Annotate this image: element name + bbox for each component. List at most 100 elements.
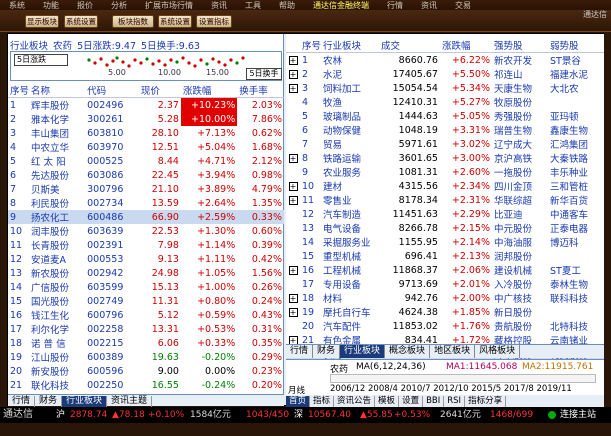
expand-icon[interactable]: + xyxy=(288,195,298,205)
kline-button-5[interactable]: 设置 xyxy=(399,396,424,407)
left-tab-1[interactable]: 行情 xyxy=(8,396,36,407)
expand-icon[interactable]: + xyxy=(288,307,298,317)
sector-row[interactable]: +18 材料 942.76 +2.00% 中广核技 联科科技 xyxy=(286,291,604,305)
right-tab-4[interactable]: 概念板块 xyxy=(385,345,431,358)
sector-column-header-2[interactable]: 行业板块 xyxy=(321,38,380,53)
column-header-1[interactable]: 序号 xyxy=(8,83,30,98)
right-tab-3[interactable]: 行业板块 xyxy=(340,345,386,358)
sector-row[interactable]: 14 采掘服务业 1155.95 +2.14% 中海油服 博迈科 xyxy=(286,235,604,250)
kline-button-6[interactable]: BBI xyxy=(423,396,445,407)
sector-row[interactable]: +1 农林 8660.76 +6.22% 新农开发 ST景谷 xyxy=(286,53,604,67)
right-tab-1[interactable]: 行情 xyxy=(286,345,314,358)
left-tab-4[interactable]: 资讯主题 xyxy=(107,396,153,407)
sector-column-header-6[interactable]: 弱势股 xyxy=(548,38,604,53)
menu-item-4[interactable]: 分析 xyxy=(102,1,136,10)
sector-row[interactable]: 15 重型机械 696.41 +2.13% 润邦股份 xyxy=(286,249,604,264)
stock-row[interactable]: 2 雅本化学 300261 5.28 +10.00% 7.86% xyxy=(8,112,284,126)
kline-button-7[interactable]: RSI xyxy=(444,396,466,407)
column-header-6[interactable]: 换手率 xyxy=(237,83,284,98)
menu-item-5[interactable]: 扩展市场行情 xyxy=(136,1,202,10)
stock-row[interactable]: 12 安道麦A 000553 9.13 +1.11% 0.42% xyxy=(8,252,284,267)
expand-icon[interactable]: + xyxy=(288,69,298,79)
stock-row[interactable]: 5 红 太 阳 000525 8.44 +4.71% 2.12% xyxy=(8,154,284,169)
period-select[interactable]: 5日涨跌 xyxy=(14,54,68,66)
menu-item-12[interactable]: 交易 xyxy=(446,1,480,10)
stock-row[interactable]: 1 辉丰股份 002496 2.37 +10.23% 2.03% xyxy=(8,97,284,112)
sector-column-header-1[interactable]: 序号 xyxy=(300,38,322,53)
stock-row[interactable]: 6 先达股份 603086 22.45 +3.94% 0.98% xyxy=(8,168,284,183)
sector-row[interactable]: +16 工程机械 11868.37 +2.06% 建设机械 ST夏工 xyxy=(286,263,604,277)
stock-row[interactable]: 18 诺 普 信 002215 6.06 +0.33% 0.35% xyxy=(8,336,284,351)
menu-item-6[interactable]: 资讯 xyxy=(202,1,236,10)
right-tab-6[interactable]: 风格板块 xyxy=(475,345,521,358)
expand-icon[interactable]: + xyxy=(288,83,298,93)
stock-row[interactable]: 21 联化科技 002250 16.55 -0.24% 0.20% xyxy=(8,378,284,393)
stock-row[interactable]: 14 广信股份 603599 15.13 +1.00% 0.26% xyxy=(8,280,284,295)
stock-row[interactable]: 13 新农股份 002942 24.98 +1.05% 1.56% xyxy=(8,266,284,281)
sector-row[interactable]: 13 电气设备 8266.78 +2.15% 中元股份 正泰电器 xyxy=(286,221,604,236)
toolbar-button-2[interactable]: 系统设置 xyxy=(64,15,98,28)
sector-row[interactable]: 9 农业服务 1081.31 +2.60% 一拖股份 丰乐种业 xyxy=(286,165,604,180)
expand-icon[interactable]: + xyxy=(288,55,298,65)
column-header-2[interactable]: 名称 xyxy=(29,83,86,98)
sector-row[interactable]: 20 汽车配件 11853.02 +1.76% 贵航股份 北特科技 xyxy=(286,319,604,334)
right-tab-5[interactable]: 地区板块 xyxy=(430,345,476,358)
stock-row[interactable]: 19 江山股份 600389 19.63 -0.20% 0.29% xyxy=(8,350,284,365)
expand-icon[interactable]: + xyxy=(288,181,298,191)
stock-row[interactable]: 10 润丰股份 603639 22.53 +1.30% 0.60% xyxy=(8,224,284,239)
sector-row[interactable]: +11 零售业 8178.34 +2.31% 华联综超 新华百货 xyxy=(286,193,604,207)
toolbar-button-3[interactable]: 板块指数 xyxy=(112,15,154,28)
left-tab-2[interactable]: 财务 xyxy=(35,396,63,407)
kline-button-1[interactable]: 首页 xyxy=(286,396,311,407)
sector-row[interactable]: 6 动物保健 1048.19 +3.31% 瑞普生物 鑫康生物 xyxy=(286,123,604,138)
menu-item-8[interactable]: 帮助 xyxy=(270,1,304,10)
sector-column-header-3[interactable]: 成交 xyxy=(379,38,440,53)
left-tab-3[interactable]: 行业板块 xyxy=(62,396,108,407)
sector-row[interactable]: +3 饲料加工 15054.54 +5.34% 天康生物 大北农 xyxy=(286,81,604,95)
sector-row[interactable]: 7 贸易 5971.61 +3.02% 辽宁成大 汇鸿集团 xyxy=(286,137,604,152)
sector-row[interactable]: +2 水泥 17405.67 +5.50% 祁连山 福建水泥 xyxy=(286,67,604,81)
expand-icon[interactable]: + xyxy=(288,265,298,275)
menu-item-3[interactable]: 报价 xyxy=(68,1,102,10)
column-header-4[interactable]: 现价 xyxy=(138,83,181,98)
kline-button-4[interactable]: 模板 xyxy=(375,396,400,407)
stock-row[interactable]: 8 利民股份 002734 13.59 +2.64% 1.35% xyxy=(8,196,284,211)
kline-button-2[interactable]: 指标 xyxy=(310,396,335,407)
sector-row[interactable]: +10 建材 4315.56 +2.34% 四川金顶 三和管桩 xyxy=(286,179,604,193)
expand-icon[interactable]: + xyxy=(288,153,298,163)
sector-row[interactable]: 12 汽车制造 11451.63 +2.29% 比亚迪 中通客车 xyxy=(286,207,604,222)
stock-row[interactable]: 9 扬农化工 600486 66.90 +2.59% 0.33% xyxy=(8,210,284,224)
kline-button-8[interactable]: 指标分享 xyxy=(465,396,507,407)
sector-row[interactable]: 4 牧渔 12410.31 +5.27% 牧原股份 xyxy=(286,95,604,110)
stock-row[interactable]: 7 贝斯美 300796 21.10 +3.89% 4.79% xyxy=(8,182,284,197)
sector-row[interactable]: +19 摩托自行车 4624.38 +1.85% 新日股份 xyxy=(286,305,604,319)
stock-row[interactable]: 11 长青股份 002391 7.98 +1.14% 0.39% xyxy=(8,238,284,253)
toolbar-button-1[interactable]: 显示板块 xyxy=(25,15,59,28)
menu-item-9[interactable]: 通达信金融终端 xyxy=(304,1,378,10)
menu-item-1[interactable]: 系统 xyxy=(0,1,34,10)
right-tab-2[interactable]: 财务 xyxy=(313,345,341,358)
kline-button-3[interactable]: 资讯公告 xyxy=(334,396,376,407)
toolbar-button-4[interactable]: 系统设置 xyxy=(158,15,192,28)
metric-switch-button[interactable]: 5日换手 xyxy=(246,68,282,80)
menu-item-11[interactable]: 资讯 xyxy=(412,1,446,10)
column-header-3[interactable]: 代码 xyxy=(85,83,139,98)
stock-row[interactable]: 3 丰山集团 603810 28.10 +7.13% 0.62% xyxy=(8,126,284,141)
stock-row[interactable]: 15 国光股份 002749 11.31 +0.80% 0.24% xyxy=(8,294,284,309)
toolbar-button-5[interactable]: 设置指标 xyxy=(196,15,232,28)
expand-icon[interactable]: + xyxy=(288,293,298,303)
menu-item-7[interactable]: 工具 xyxy=(236,1,270,10)
menu-item-10[interactable]: 行情 xyxy=(378,1,412,10)
sector-row[interactable]: 5 玻璃制品 1444.63 +5.05% 秀强股份 亚玛顿 xyxy=(286,109,604,124)
sector-column-header-5[interactable]: 强势股 xyxy=(492,38,548,53)
sector-row[interactable]: 17 专用设备 9713.69 +2.01% 入冷股份 泰林生物 xyxy=(286,277,604,292)
stock-row[interactable]: 20 新安股份 600596 9.00 0.00% 0.23% xyxy=(8,364,284,379)
menu-item-2[interactable]: 功能 xyxy=(34,1,68,10)
sector-column-header-4[interactable]: 涨跌幅 xyxy=(439,38,492,53)
stock-row[interactable]: 16 钱江生化 600796 5.12 +0.59% 0.43% xyxy=(8,308,284,323)
column-header-5[interactable]: 涨跌幅 xyxy=(180,83,238,98)
stock-row[interactable]: 4 中农立华 603970 12.51 +5.04% 1.68% xyxy=(8,140,284,155)
connection-label[interactable]: 连接主站 xyxy=(560,409,596,421)
sector-row[interactable]: +8 铁路运输 3601.65 +3.00% 京沪高铁 大秦铁路 xyxy=(286,151,604,165)
stock-row[interactable]: 17 利尔化学 002258 13.31 +0.53% 0.31% xyxy=(8,322,284,337)
